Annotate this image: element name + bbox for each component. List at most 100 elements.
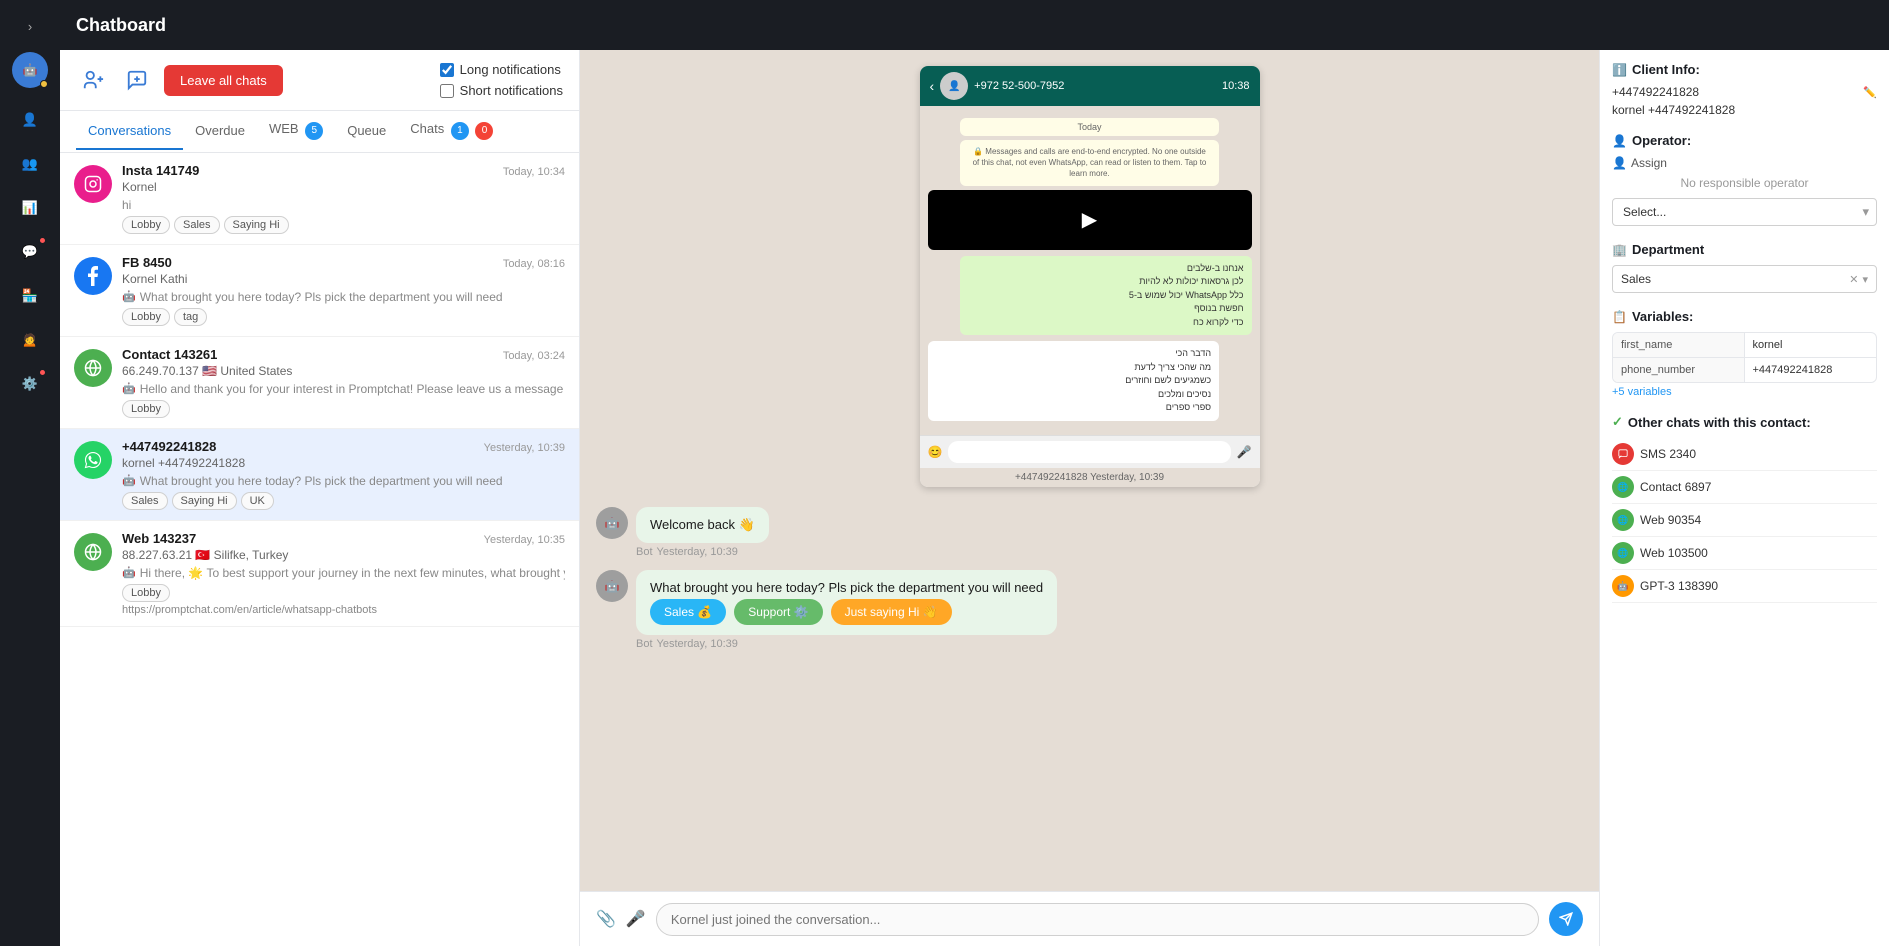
conv-sub: Kornel <box>122 180 565 194</box>
conv-tags: Lobby <box>122 400 565 418</box>
instagram-icon <box>84 175 102 193</box>
conv-name: Contact 143261 <box>122 347 217 362</box>
phone-system-msg: Today <box>960 118 1219 136</box>
whatsapp-icon <box>84 451 102 469</box>
left-panel: Leave all chats Long notifications Short… <box>60 50 580 946</box>
long-notifications-checkbox[interactable] <box>440 63 454 77</box>
tag: Sales <box>122 492 168 510</box>
phone-avatar: 👤 <box>940 72 968 100</box>
operator-select-wrap: Select... <box>1612 198 1877 226</box>
choice-hi[interactable]: Just saying Hi 👋 <box>831 599 952 625</box>
other-chat-item[interactable]: 🌐 Contact 6897 <box>1612 471 1877 504</box>
choice-sales[interactable]: Sales 💰 <box>650 599 726 625</box>
new-chat-button[interactable] <box>120 63 154 97</box>
conv-name: +447492241828 <box>122 439 216 454</box>
short-notifications-checkbox[interactable] <box>440 84 454 98</box>
bot-avatar-2: 🤖 <box>596 570 628 602</box>
other-chat-avatar: 🌐 <box>1612 509 1634 531</box>
tag: Lobby <box>122 400 170 418</box>
conversation-list: Insta 141749 Today, 10:34 Kornel hi Lobb… <box>60 153 579 946</box>
bot-msg-content-2: What brought you here today? Pls pick th… <box>636 570 1057 650</box>
add-user-button[interactable] <box>76 63 110 97</box>
more-variables-link[interactable]: +5 variables <box>1612 386 1672 398</box>
variables-table: first_name kornel phone_number +44749224… <box>1612 332 1877 383</box>
chat-messages: ‹ 👤 +972 52-500-7952 10:38 Today 🔒 Messa… <box>580 50 1599 891</box>
chat-area: ‹ 👤 +972 52-500-7952 10:38 Today 🔒 Messa… <box>580 50 1599 946</box>
mic-input-icon[interactable]: 🎤 <box>626 909 646 929</box>
bot-info-2: Bot Yesterday, 10:39 <box>636 638 1057 650</box>
bot-message: 🤖 Welcome back 👋 Bot Yesterday, 10:39 <box>596 507 769 558</box>
attachment-icon[interactable]: 📎 <box>596 909 616 929</box>
bot-time-2: Yesterday, 10:39 <box>657 638 738 650</box>
channel-avatar <box>74 165 112 203</box>
sidebar-item-shop[interactable]: 🏪 <box>8 276 52 316</box>
tab-chats[interactable]: Chats 1 0 <box>398 111 505 152</box>
conv-tags: Lobby Sales Saying Hi <box>122 216 565 234</box>
sidebar-item-chat[interactable]: 💬 <box>8 232 52 272</box>
tab-overdue[interactable]: Overdue <box>183 113 257 150</box>
bot-label-2: Bot <box>636 638 653 650</box>
tag: UK <box>241 492 274 510</box>
operator-section: 👤 Operator: 👤 Assign No responsible oper… <box>1612 133 1877 226</box>
chat-input-field[interactable] <box>656 903 1539 936</box>
operator-select[interactable]: Select... <box>1612 198 1877 226</box>
add-user-icon <box>82 69 104 91</box>
list-item[interactable]: Insta 141749 Today, 10:34 Kornel hi Lobb… <box>60 153 579 245</box>
tab-queue[interactable]: Queue <box>335 113 398 150</box>
sidebar: › 🤖 👤 👥 📊 💬 🏪 🙍 ⚙️ <box>0 0 60 946</box>
other-chat-item[interactable]: SMS 2340 <box>1612 438 1877 471</box>
list-item[interactable]: +447492241828 Yesterday, 10:39 kornel +4… <box>60 429 579 521</box>
send-button[interactable] <box>1549 902 1583 936</box>
conv-preview: 🤖 What brought you here today? Pls pick … <box>122 290 565 304</box>
back-arrow: ‹ <box>930 78 935 94</box>
list-item[interactable]: Contact 143261 Today, 03:24 66.249.70.13… <box>60 337 579 429</box>
bot-avatar: 🤖 <box>596 507 628 539</box>
other-chat-item[interactable]: 🌐 Web 103500 <box>1612 537 1877 570</box>
phone-time: 10:38 <box>1222 80 1250 92</box>
dept-arrow-icon[interactable]: ▾ <box>1862 273 1868 286</box>
sidebar-item-add-user[interactable]: 👤 <box>8 100 52 140</box>
sidebar-item-reports[interactable]: 📊 <box>8 188 52 228</box>
conv-body: Insta 141749 Today, 10:34 Kornel hi Lobb… <box>122 163 565 234</box>
department-select-wrap[interactable]: Sales ✕ ▾ <box>1612 265 1877 293</box>
other-chat-name: GPT-3 138390 <box>1640 579 1718 593</box>
leave-all-chats-button[interactable]: Leave all chats <box>164 65 283 96</box>
conv-header: FB 8450 Today, 08:16 <box>122 255 565 270</box>
dept-clear-icon[interactable]: ✕ <box>1849 273 1858 286</box>
phone-text-block-2: הדבר הכי מה שהכי צריך לדעת כשמגיעים לשם … <box>936 347 1212 415</box>
tab-web[interactable]: WEB 5 <box>257 111 335 152</box>
choice-support[interactable]: Support ⚙️ <box>734 599 822 625</box>
web-icon <box>84 359 102 377</box>
conv-time: Today, 03:24 <box>503 350 565 362</box>
check-icon: ✓ <box>1612 414 1623 430</box>
sidebar-item-contacts[interactable]: 🙍 <box>8 320 52 360</box>
bot-icon: 🤖 <box>122 382 136 395</box>
tab-conversations[interactable]: Conversations <box>76 113 183 150</box>
list-item[interactable]: FB 8450 Today, 08:16 Kornel Kathi 🤖 What… <box>60 245 579 337</box>
var-row: phone_number +447492241828 <box>1613 358 1876 382</box>
bot-info: Bot Yesterday, 10:39 <box>636 546 769 558</box>
conv-header: Web 143237 Yesterday, 10:35 <box>122 531 565 546</box>
conv-url: https://promptchat.com/en/article/whatsa… <box>122 604 565 616</box>
other-chat-item[interactable]: 🤖 GPT-3 138390 <box>1612 570 1877 603</box>
list-item[interactable]: Web 143237 Yesterday, 10:35 88.227.63.21… <box>60 521 579 627</box>
operator-title: 👤 Operator: <box>1612 133 1877 148</box>
play-icon: ▶ <box>1082 207 1097 232</box>
phone-video-msg: ▶ <box>928 190 1252 250</box>
sidebar-toggle[interactable]: › <box>12 8 48 44</box>
client-phone: +447492241828 <box>1612 85 1699 99</box>
content: Leave all chats Long notifications Short… <box>60 50 1889 946</box>
conv-tags: Lobby tag <box>122 308 565 326</box>
chats-badge: 1 <box>451 122 469 140</box>
edit-icon[interactable]: ✏️ <box>1863 86 1877 99</box>
channel-avatar <box>74 257 112 295</box>
phone-mockup-wrapper: ‹ 👤 +972 52-500-7952 10:38 Today 🔒 Messa… <box>596 66 1583 487</box>
sidebar-avatar[interactable]: 🤖 <box>12 52 48 88</box>
conv-time: Yesterday, 10:35 <box>484 534 565 546</box>
other-chat-item[interactable]: 🌐 Web 90354 <box>1612 504 1877 537</box>
sidebar-item-groups[interactable]: 👥 <box>8 144 52 184</box>
sidebar-item-settings[interactable]: ⚙️ <box>8 364 52 404</box>
sms-icon <box>1618 449 1628 459</box>
client-name-row: kornel +447492241828 <box>1612 103 1877 117</box>
phone-mockup: ‹ 👤 +972 52-500-7952 10:38 Today 🔒 Messa… <box>920 66 1260 487</box>
